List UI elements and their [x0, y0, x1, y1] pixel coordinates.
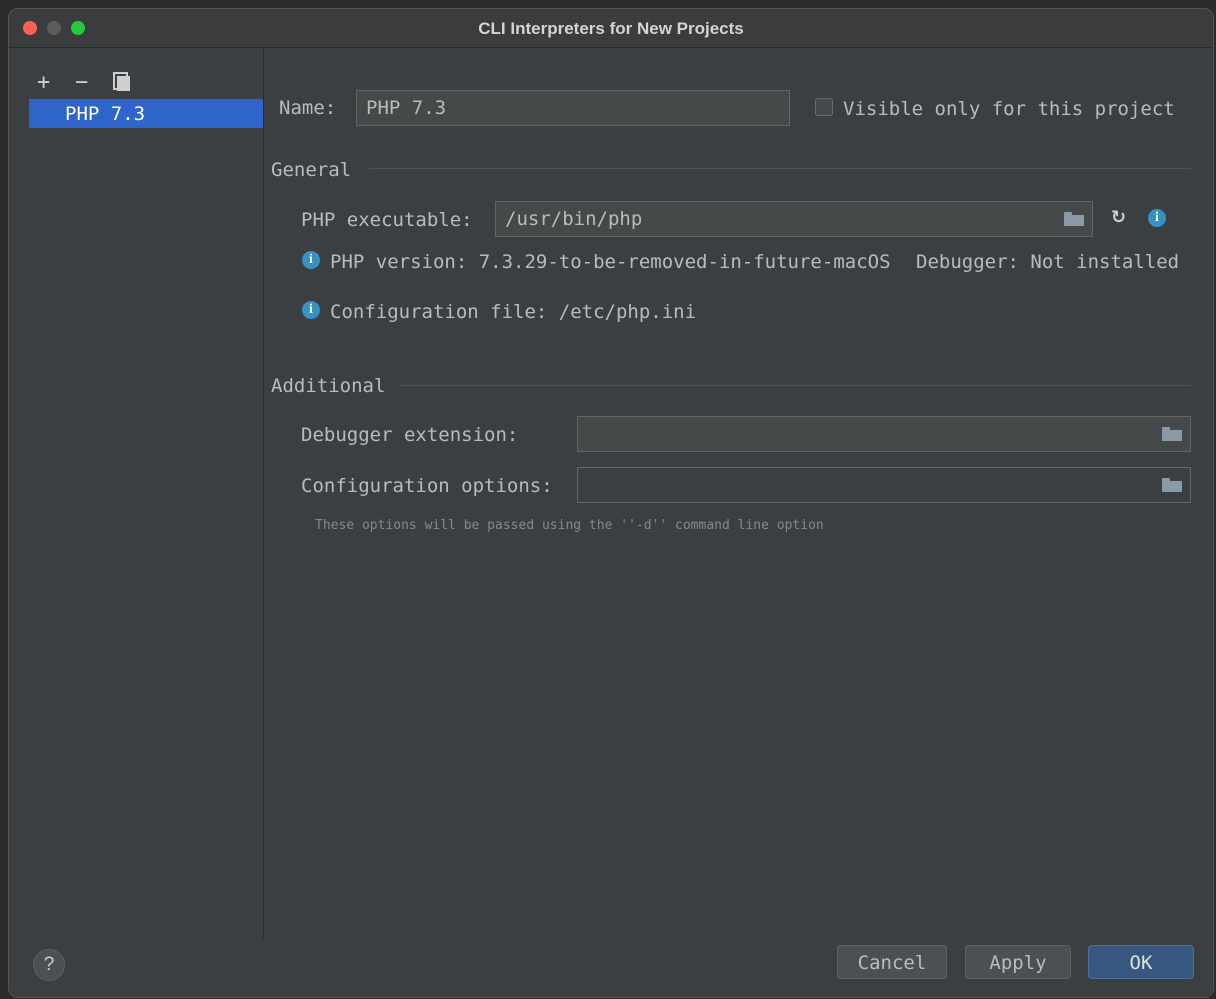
folder-icon[interactable]	[1064, 212, 1084, 226]
visible-only-label[interactable]: Visible only for this project	[843, 98, 1175, 120]
copy-interpreter-button[interactable]	[113, 72, 130, 95]
config-options-hint: These options will be passed using the '…	[315, 518, 824, 533]
refresh-icon[interactable]: ↻	[1111, 209, 1127, 227]
php-executable-label: PHP executable:	[301, 209, 473, 231]
dialog-window: CLI Interpreters for New Projects + − PH…	[8, 8, 1214, 998]
interpreter-settings-panel: Name: PHP 7.3 Visible only for this proj…	[271, 48, 1213, 939]
folder-icon[interactable]	[1162, 478, 1182, 492]
debugger-extension-label: Debugger extension:	[301, 424, 519, 446]
general-divider	[369, 168, 1191, 169]
info-icon[interactable]: i	[1148, 209, 1166, 227]
config-options-field[interactable]	[577, 467, 1191, 503]
debugger-status-text: Debugger: Not installed	[916, 251, 1180, 273]
config-file-text: Configuration file: /etc/php.ini	[330, 301, 697, 323]
debugger-extension-value	[578, 423, 587, 445]
info-icon: i	[302, 251, 320, 269]
add-interpreter-button[interactable]: +	[37, 72, 50, 94]
help-button[interactable]: ?	[33, 949, 65, 981]
apply-button[interactable]: Apply	[965, 945, 1071, 979]
remove-interpreter-button[interactable]: −	[75, 72, 88, 94]
php-version-text: PHP version: 7.3.29-to-be-removed-in-fut…	[330, 251, 891, 273]
folder-icon[interactable]	[1162, 427, 1182, 441]
config-options-value	[578, 474, 587, 496]
copy-icon	[113, 72, 130, 91]
visible-only-checkbox[interactable]	[815, 98, 833, 116]
general-section-title: General	[271, 159, 352, 181]
config-options-label: Configuration options:	[301, 475, 553, 497]
interpreters-sidebar: + − PHP 7.3	[9, 48, 264, 939]
name-input[interactable]: PHP 7.3	[356, 90, 790, 126]
name-label: Name:	[279, 97, 337, 119]
php-executable-field[interactable]: /usr/bin/php	[495, 201, 1093, 237]
ok-button[interactable]: OK	[1088, 945, 1194, 979]
name-input-value: PHP 7.3	[366, 97, 447, 119]
debugger-extension-field[interactable]	[577, 416, 1191, 452]
title-bar: CLI Interpreters for New Projects	[9, 9, 1213, 48]
sidebar-item-label: PHP 7.3	[65, 103, 146, 125]
window-title: CLI Interpreters for New Projects	[478, 19, 744, 38]
dialog-footer: ? Cancel Apply OK	[9, 939, 1213, 997]
additional-section-title: Additional	[271, 375, 386, 397]
info-icon: i	[302, 301, 320, 319]
php-executable-value: /usr/bin/php	[505, 208, 643, 230]
cancel-button[interactable]: Cancel	[837, 945, 947, 979]
additional-divider	[399, 385, 1191, 386]
sidebar-item-php-7-3[interactable]: PHP 7.3	[29, 99, 263, 128]
